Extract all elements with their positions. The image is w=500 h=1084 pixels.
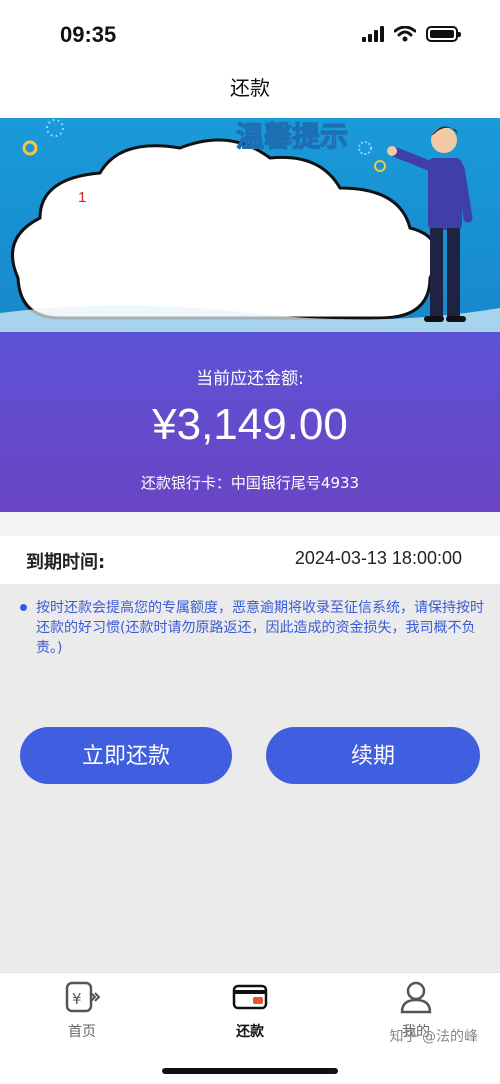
status-time: 09:35 [60,22,117,47]
svg-text:¥: ¥ [72,990,82,1008]
repay-now-button[interactable]: 立即还款 [20,727,232,784]
due-value: 2024-03-13 18:00:00 [294,548,462,568]
nav-bar: 还款 [0,70,500,118]
home-indicator [162,1068,338,1074]
page-title: 还款 [230,78,270,100]
wallet-icon [190,979,310,1015]
notice-text: 按时还款会提高您的专属额度，恶意逾期将收录至征信系统，请保持按时还款的好习惯(还… [36,600,484,656]
bullet-icon [20,604,27,611]
due-row: 到期时间: 2024-03-13 18:00:00 [0,536,500,584]
amount-label: 当前应还金额: [196,369,304,389]
status-bar: 09:35 [0,0,500,70]
yen-icon: ¥ [22,979,142,1015]
status-icons [362,26,461,42]
banner-heading: 温馨提示 [236,120,348,153]
tab-repay[interactable]: 还款 [190,979,310,1041]
banner-illustration: 1 温馨提示 [0,119,500,332]
due-label: 到期时间: [26,552,106,573]
amount-value: ¥3,149.00 [152,400,348,449]
tab-home[interactable]: ¥ 首页 [22,979,142,1041]
wifi-icon [394,26,416,42]
signal-icon [362,26,384,42]
notice-banner: 1 温馨提示 [0,118,500,332]
battery-icon [426,26,461,42]
watermark: 知乎 @法的峰 [389,1029,478,1045]
divider [0,512,500,536]
tab-repay-label: 还款 [236,1024,264,1040]
renew-button[interactable]: 续期 [266,727,480,784]
amount-card: 当前应还金额: ¥3,149.00 还款银行卡：中国银行尾号4933 [0,332,500,512]
user-icon [356,979,476,1015]
repayment-notice: 按时还款会提高您的专属额度，恶意逾期将收录至征信系统，请保持按时还款的好习惯(还… [20,598,490,658]
banner-marker: 1 [78,189,86,206]
tab-home-label: 首页 [68,1024,96,1040]
bank-card-info: 还款银行卡：中国银行尾号4933 [140,474,360,492]
